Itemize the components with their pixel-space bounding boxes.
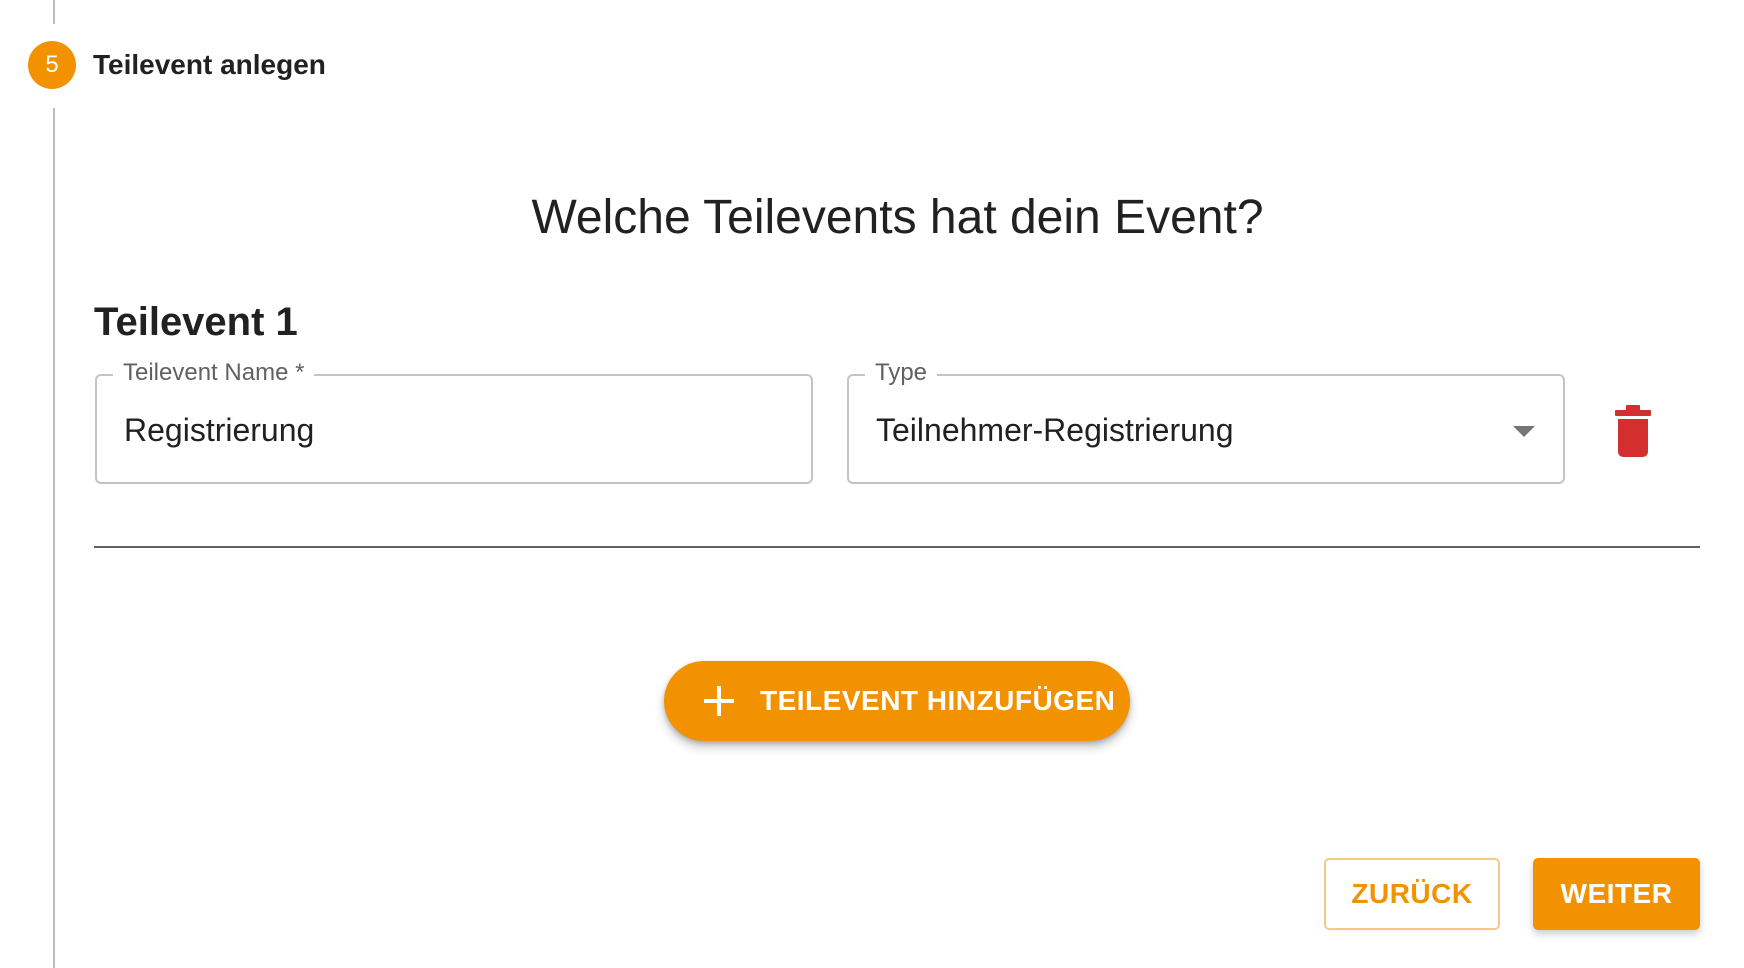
step-title: Teilevent anlegen bbox=[93, 49, 326, 80]
step-number-badge: 5 bbox=[28, 41, 76, 89]
subevent-heading: Teilevent 1 bbox=[94, 300, 298, 344]
stepper-connector-top bbox=[53, 0, 55, 24]
next-button[interactable]: WEITER bbox=[1533, 858, 1700, 930]
subevent-name-input[interactable]: Registrierung bbox=[124, 410, 314, 450]
stepper-connector bbox=[53, 108, 55, 968]
subevent-type-label: Type bbox=[865, 358, 938, 388]
dropdown-arrow-icon[interactable] bbox=[1513, 426, 1535, 437]
add-subevent-label: TEILEVENT HINZUFÜGEN bbox=[760, 685, 1116, 716]
back-button[interactable]: ZURÜCK bbox=[1324, 858, 1500, 930]
trash-icon[interactable] bbox=[1608, 400, 1658, 460]
plus-icon bbox=[704, 686, 734, 716]
subevent-name-field[interactable]: Teilevent Name * Registrierung bbox=[95, 358, 813, 484]
add-subevent-button[interactable]: TEILEVENT HINZUFÜGEN bbox=[664, 661, 1130, 741]
subevent-type-value[interactable]: Teilnehmer-Registrierung bbox=[876, 410, 1233, 450]
page-question: Welche Teilevents hat dein Event? bbox=[531, 191, 1264, 244]
subevent-type-select[interactable]: Type Teilnehmer-Registrierung bbox=[847, 358, 1565, 484]
subevent-divider bbox=[94, 546, 1700, 548]
delete-subevent-button[interactable] bbox=[1608, 400, 1658, 460]
subevent-name-label: Teilevent Name * bbox=[113, 358, 315, 388]
